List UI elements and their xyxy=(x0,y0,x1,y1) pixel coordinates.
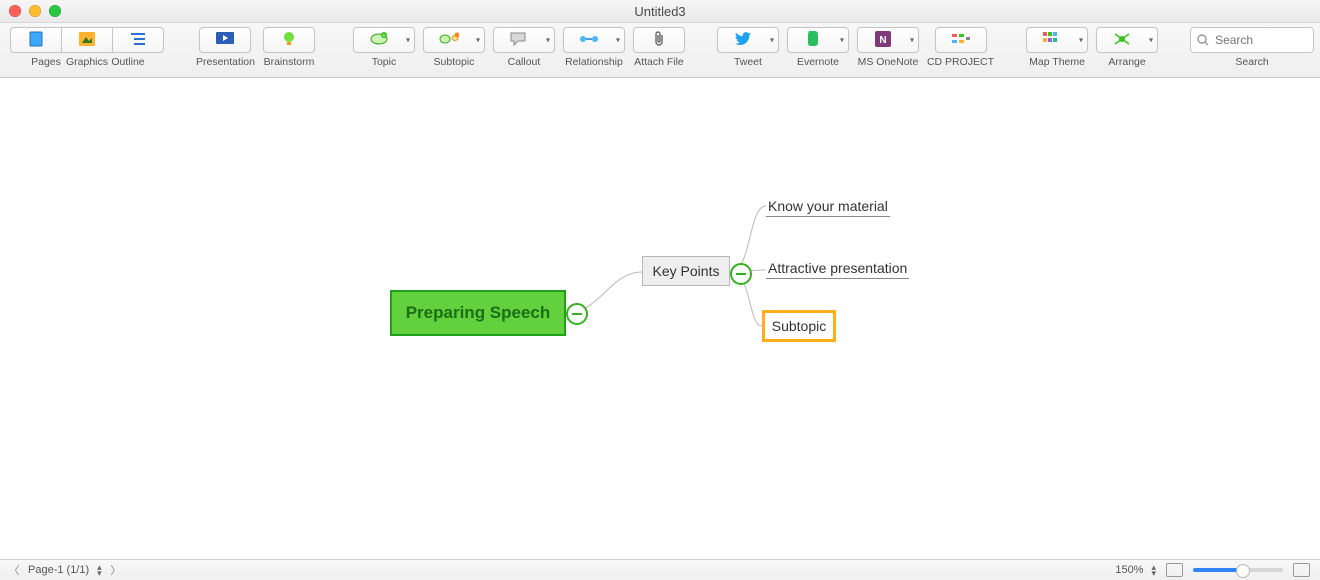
graphics-icon xyxy=(79,32,95,48)
callout-icon xyxy=(510,32,528,48)
titlebar: Untitled3 xyxy=(0,0,1320,23)
map-theme-icon xyxy=(1043,32,1061,48)
subtopic-button[interactable]: ▾ xyxy=(423,27,485,53)
node-subtopic-selected[interactable]: Subtopic xyxy=(762,310,836,342)
node-know-material[interactable]: Know your material xyxy=(766,198,890,217)
cd-project-label: CD PROJECT xyxy=(927,56,994,68)
topic-icon: + xyxy=(370,32,388,48)
chevron-down-icon: ▾ xyxy=(910,36,914,45)
attach-file-label: Attach File xyxy=(634,56,684,68)
twitter-icon xyxy=(735,32,751,48)
search-field[interactable] xyxy=(1190,27,1314,53)
callout-label: Callout xyxy=(508,56,541,68)
search-icon xyxy=(1197,34,1209,46)
chevron-down-icon: ▾ xyxy=(546,36,550,45)
relationship-icon xyxy=(579,32,599,48)
collapse-toggle-key-points[interactable] xyxy=(730,263,752,285)
evernote-icon xyxy=(806,31,820,49)
arrange-button[interactable]: ▾ xyxy=(1096,27,1158,53)
page-indicator[interactable]: Page-1 (1/1) xyxy=(28,564,89,576)
outline-label: Outline xyxy=(108,56,148,68)
brainstorm-label: Brainstorm xyxy=(264,56,315,68)
cd-project-button[interactable] xyxy=(935,27,987,53)
presentation-button[interactable] xyxy=(199,27,251,53)
node-main-topic[interactable]: Preparing Speech xyxy=(390,290,566,336)
search-input[interactable] xyxy=(1213,32,1307,48)
chevron-down-icon: ▾ xyxy=(840,36,844,45)
paperclip-icon xyxy=(653,31,665,49)
zoom-stepper[interactable]: ▴▾ xyxy=(1151,564,1156,576)
tweet-label: Tweet xyxy=(734,56,762,68)
zoom-slider[interactable] xyxy=(1193,568,1283,572)
arrange-label: Arrange xyxy=(1108,56,1145,68)
fit-window-button[interactable] xyxy=(1166,563,1183,577)
status-bar: 〈 Page-1 (1/1) ▴▾ 〉 150% ▴▾ xyxy=(0,559,1320,580)
topic-button[interactable]: + ▾ xyxy=(353,27,415,53)
attach-file-button[interactable] xyxy=(633,27,685,53)
node-subtopic-label: Subtopic xyxy=(772,318,826,334)
view-pages-button[interactable] xyxy=(10,27,62,53)
page-stepper[interactable]: ▴▾ xyxy=(97,564,102,576)
brainstorm-button[interactable] xyxy=(263,27,315,53)
outline-icon xyxy=(130,32,146,48)
evernote-label: Evernote xyxy=(797,56,839,68)
zoom-value: 150% xyxy=(1115,564,1143,576)
subtopic-label: Subtopic xyxy=(434,56,475,68)
node-know-material-label: Know your material xyxy=(768,198,888,214)
svg-text:+: + xyxy=(383,33,386,39)
node-key-points[interactable]: Key Points xyxy=(642,256,730,286)
fullscreen-button[interactable] xyxy=(1293,563,1310,577)
presentation-icon xyxy=(216,32,234,48)
relationship-label: Relationship xyxy=(565,56,623,68)
canvas[interactable]: Preparing Speech Key Points Know your ma… xyxy=(0,78,1320,566)
presentation-label: Presentation xyxy=(196,56,255,68)
view-outline-button[interactable] xyxy=(112,27,164,53)
svg-text:N: N xyxy=(879,35,886,46)
map-theme-label: Map Theme xyxy=(1029,56,1085,68)
search-label: Search xyxy=(1235,56,1268,68)
window-title: Untitled3 xyxy=(0,4,1320,19)
subtopic-icon xyxy=(439,32,459,48)
page-prev-button[interactable]: 〈 xyxy=(8,562,20,578)
node-attractive-presentation-label: Attractive presentation xyxy=(768,260,907,276)
chevron-down-icon: ▾ xyxy=(476,36,480,45)
tweet-button[interactable]: ▾ xyxy=(717,27,779,53)
topic-label: Topic xyxy=(372,56,397,68)
relationship-button[interactable]: ▾ xyxy=(563,27,625,53)
evernote-button[interactable]: ▾ xyxy=(787,27,849,53)
chevron-down-icon: ▾ xyxy=(1149,36,1153,45)
chevron-down-icon: ▾ xyxy=(406,36,410,45)
graphics-label: Graphics xyxy=(66,56,108,68)
node-key-points-label: Key Points xyxy=(653,263,720,279)
page-next-button[interactable]: 〉 xyxy=(110,562,122,578)
chevron-down-icon: ▾ xyxy=(616,36,620,45)
view-graphics-button[interactable] xyxy=(61,27,113,53)
onenote-icon: N xyxy=(875,31,891,49)
chevron-down-icon: ▾ xyxy=(1079,36,1083,45)
brainstorm-icon xyxy=(281,31,297,49)
node-attractive-presentation[interactable]: Attractive presentation xyxy=(766,260,909,279)
collapse-toggle-main[interactable] xyxy=(566,303,588,325)
node-main-label: Preparing Speech xyxy=(406,303,551,323)
connectors xyxy=(0,78,1320,566)
pages-label: Pages xyxy=(26,56,66,68)
map-theme-button[interactable]: ▾ xyxy=(1026,27,1088,53)
ms-onenote-button[interactable]: N ▾ xyxy=(857,27,919,53)
callout-button[interactable]: ▾ xyxy=(493,27,555,53)
toolbar: Pages Graphics Outline Presentation Brai… xyxy=(0,23,1320,78)
cd-project-icon xyxy=(952,32,970,48)
ms-onenote-label: MS OneNote xyxy=(858,56,919,68)
arrange-icon xyxy=(1113,32,1131,48)
chevron-down-icon: ▾ xyxy=(770,36,774,45)
page-icon xyxy=(29,31,43,49)
